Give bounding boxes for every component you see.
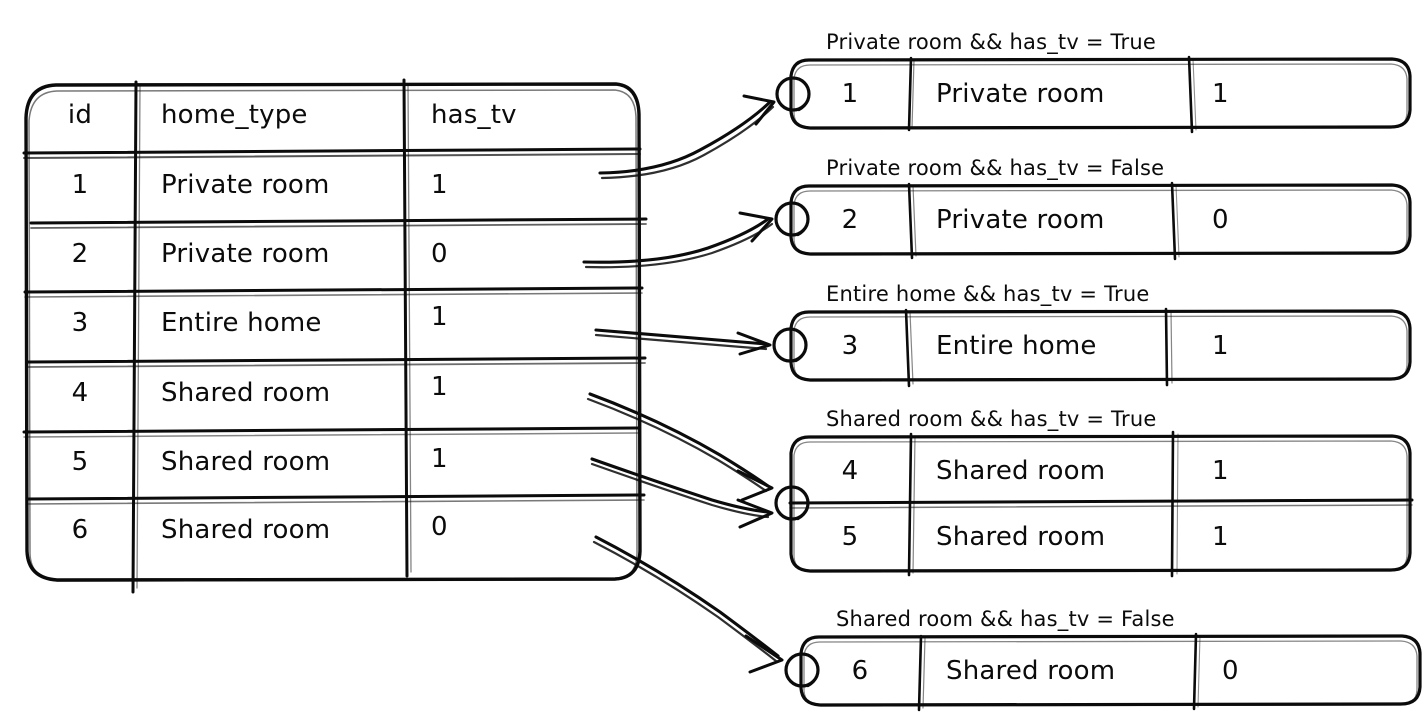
source-row-6-id: 6 — [71, 515, 89, 545]
group-5-row-1-home-type: Shared room — [946, 656, 1116, 686]
group-1-row-1-has-tv: 1 — [1212, 79, 1229, 109]
source-row-1-home-type: Private room — [161, 170, 330, 200]
group-4-row-2-home-type: Shared room — [936, 522, 1106, 552]
source-row-3-has-tv: 1 — [431, 302, 448, 332]
source-row-3-id: 3 — [71, 308, 89, 338]
source-row-4-id: 4 — [71, 378, 89, 408]
group-5-row-1-id: 6 — [851, 656, 869, 686]
source-row-3-home-type: Entire home — [161, 308, 322, 338]
source-row-1-has-tv: 1 — [431, 170, 448, 200]
group-4-row-1-id: 4 — [841, 456, 859, 486]
source-row-6-home-type: Shared room — [161, 515, 331, 545]
group-4-row-2: 5 Shared room 1 — [790, 503, 1410, 571]
source-row-4-has-tv: 1 — [431, 372, 448, 402]
group-3-row-1-home-type: Entire home — [936, 331, 1097, 361]
group-4-row-1-has-tv: 1 — [1212, 456, 1229, 486]
source-table: id home_type has_tv 1 Private room 1 2 P… — [25, 84, 639, 584]
group-1-row-1-id: 1 — [841, 79, 859, 109]
group-2-row-1-id: 2 — [841, 205, 859, 235]
group-4-row-1: 4 Shared room 1 — [790, 437, 1410, 505]
source-row-2-home-type: Private room — [161, 239, 330, 269]
group-2-row-1: 2 Private room 0 — [790, 186, 1410, 254]
group-2-row-1-has-tv: 0 — [1212, 205, 1229, 235]
source-row-2-id: 2 — [71, 239, 89, 269]
source-row-5-has-tv: 1 — [431, 444, 448, 474]
source-row-2-has-tv: 0 — [431, 239, 448, 269]
group-5-row-1: 6 Shared room 0 — [800, 637, 1420, 705]
source-row-6-has-tv: 0 — [431, 512, 448, 542]
group-3-row-1: 3 Entire home 1 — [790, 312, 1410, 380]
source-row-4-home-type: Shared room — [161, 378, 331, 408]
group-5-label: Shared room && has_tv = False — [836, 607, 1175, 631]
group-2-label: Private room && has_tv = False — [826, 156, 1165, 180]
group-3-row-1-id: 3 — [841, 331, 859, 361]
group-1-row-1-home-type: Private room — [936, 79, 1105, 109]
group-4-label: Shared room && has_tv = True — [826, 407, 1157, 431]
group-2-row-1-home-type: Private room — [936, 205, 1105, 235]
group-4-row-2-id: 5 — [841, 522, 859, 552]
group-4-row-1-home-type: Shared room — [936, 456, 1106, 486]
source-header-home-type: home_type — [161, 100, 308, 130]
group-5-row-1-has-tv: 0 — [1222, 656, 1239, 686]
group-1-row-1: 1 Private room 1 — [790, 60, 1410, 128]
group-3-label: Entire home && has_tv = True — [826, 282, 1150, 306]
diagram-canvas: id home_type has_tv 1 Private room 1 2 P… — [0, 0, 1427, 720]
source-row-1-id: 1 — [71, 170, 89, 200]
source-row-5-home-type: Shared room — [161, 447, 331, 477]
source-row-5-id: 5 — [71, 447, 89, 477]
source-header-id: id — [67, 100, 93, 130]
group-3-row-1-has-tv: 1 — [1212, 331, 1229, 361]
group-4-row-2-has-tv: 1 — [1212, 522, 1229, 552]
group-1-label: Private room && has_tv = True — [826, 30, 1156, 54]
source-header-has-tv: has_tv — [431, 100, 517, 130]
